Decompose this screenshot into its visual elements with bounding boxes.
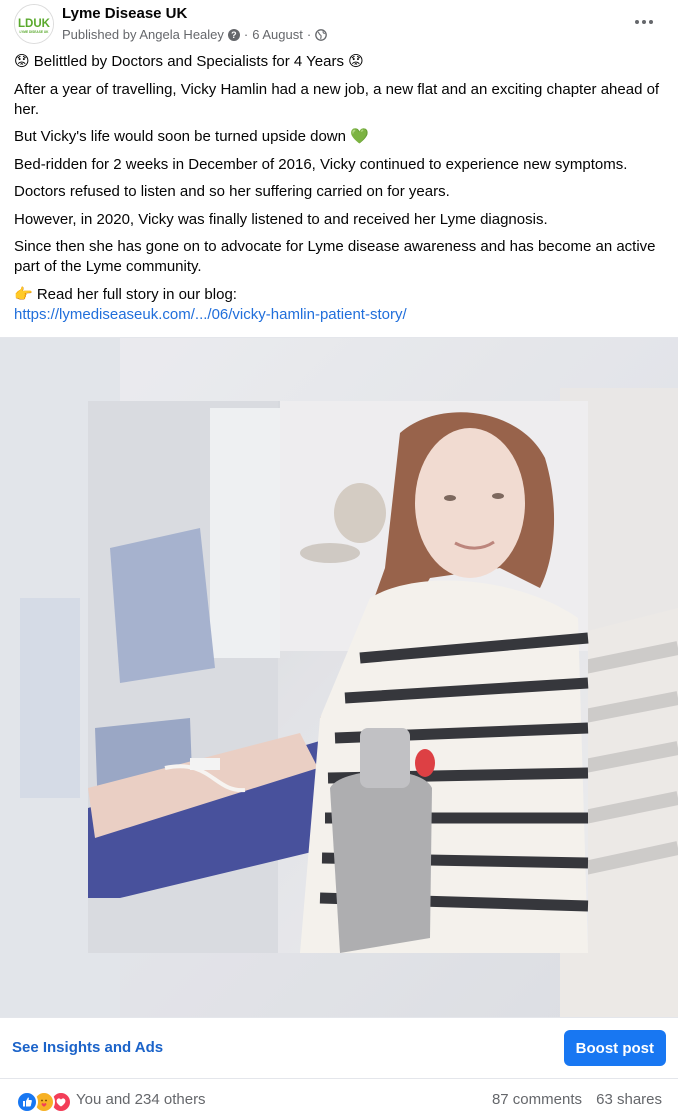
reaction-icons[interactable] [16,1091,72,1113]
post-paragraph: Doctors refused to listen and so her suf… [14,183,450,200]
see-insights-link[interactable]: See Insights and Ads [12,1039,163,1056]
boost-post-button[interactable]: Boost post [563,1030,666,1066]
post-paragraph: However, in 2020, Vicky was finally list… [14,210,548,228]
page-name[interactable]: Lyme Disease UK [62,5,187,22]
svg-text:LDUK: LDUK [18,18,51,30]
post-paragraph: Bed-ridden for 2 weeks in December of 20… [14,155,628,173]
svg-text:LYME DISEASE UK: LYME DISEASE UK [20,30,50,34]
shares-count[interactable]: 63 shares [596,1091,662,1108]
comments-count[interactable]: 87 comments [492,1091,582,1108]
post-headline: 😟 Belittled by Doctors and Specialists f… [14,53,364,70]
meta-separator: · [306,27,312,42]
post-actions-bar: See Insights and Ads Boost post [0,1017,678,1079]
post-cta: 👉 Read her full story in our blog: [14,285,237,303]
globe-icon [315,28,328,41]
post-text: 😟 Belittled by Doctors and Specialists f… [14,52,664,325]
page-avatar[interactable]: LDUK LYME DISEASE UK [14,4,54,44]
engagement-bar: You and 234 others 87 comments 63 shares [0,1078,678,1120]
post-photo[interactable] [0,337,678,1018]
post-meta: Published by Angela Healey ? · 6 August … [62,27,328,42]
published-by: Published by Angela Healey [62,27,224,42]
post-date[interactable]: 6 August [252,27,303,42]
post-header: LDUK LYME DISEASE UK Lyme Disease UK Pub… [0,0,678,48]
post-paragraph: Since then she has gone on to advocate f… [14,238,656,275]
reactions-count[interactable]: You and 234 others [76,1091,206,1108]
blog-link[interactable]: https://lymediseaseuk.com/.../06/vicky-h… [14,305,664,325]
like-icon [16,1091,38,1113]
patient-photo [0,338,678,1018]
more-options-icon[interactable] [630,10,658,34]
lduk-logo: LDUK LYME DISEASE UK [15,5,53,43]
post-paragraph: After a year of travelling, Vicky Hamlin… [14,80,660,118]
question-icon[interactable]: ? [227,28,240,41]
post-paragraph: But Vicky's life would soon be turned up… [14,128,369,145]
meta-separator: · [243,27,249,42]
